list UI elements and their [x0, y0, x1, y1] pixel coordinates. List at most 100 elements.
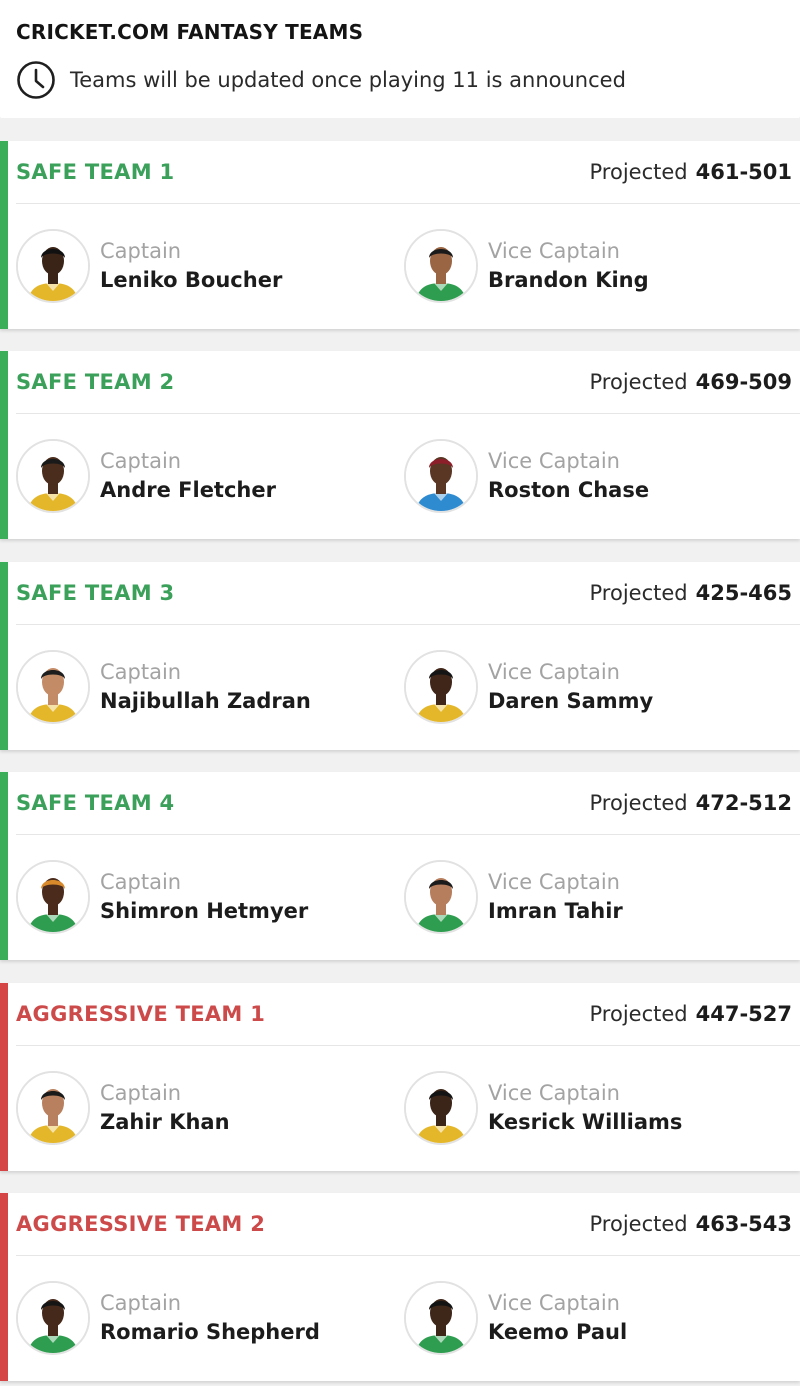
team-card[interactable]: SAFE TEAM 4 Projected 472-512 Captain Shi…	[0, 772, 800, 960]
player-avatar	[404, 229, 478, 303]
player-avatar	[404, 1281, 478, 1355]
team-type-stripe	[0, 1193, 8, 1381]
team-type-stripe	[0, 772, 8, 960]
vice-captain[interactable]: Vice Captain Brandon King	[404, 229, 649, 303]
captain-label: Captain	[100, 1291, 182, 1315]
vice-captain-label: Vice Captain	[488, 1291, 620, 1315]
team-type-stripe	[0, 562, 8, 750]
projected-label: Projected	[589, 160, 688, 184]
projected-value: 425-465	[695, 581, 792, 605]
projected-value: 472-512	[695, 791, 792, 815]
team-card[interactable]: AGGRESSIVE TEAM 2 Projected 463-543 Capta…	[0, 1193, 800, 1381]
vice-captain-name: Daren Sammy	[488, 689, 654, 713]
captain[interactable]: Captain Najibullah Zadran	[16, 650, 311, 724]
vice-captain[interactable]: Vice Captain Imran Tahir	[404, 860, 623, 934]
projected-value: 461-501	[695, 160, 792, 184]
card-divider	[16, 834, 800, 835]
team-name: SAFE TEAM 4	[16, 791, 175, 815]
projected-score: Projected 469-509	[590, 370, 793, 394]
captain-name: Andre Fletcher	[100, 478, 276, 502]
vice-captain[interactable]: Vice Captain Roston Chase	[404, 439, 649, 513]
captain-label: Captain	[100, 239, 182, 263]
vice-captain-name: Roston Chase	[488, 478, 650, 502]
projected-label: Projected	[589, 1002, 688, 1026]
projected-score: Projected 447-527	[590, 1002, 793, 1026]
captain-name: Leniko Boucher	[100, 268, 283, 292]
player-photo	[406, 652, 476, 722]
team-card[interactable]: SAFE TEAM 3 Projected 425-465 Captain Naj…	[0, 562, 800, 750]
player-photo	[406, 1283, 476, 1353]
team-name: AGGRESSIVE TEAM 2	[16, 1212, 266, 1236]
player-avatar	[16, 439, 90, 513]
player-photo	[18, 441, 88, 511]
card-divider	[16, 203, 800, 204]
captain[interactable]: Captain Zahir Khan	[16, 1071, 230, 1145]
team-name: AGGRESSIVE TEAM 1	[16, 1002, 266, 1026]
player-photo	[18, 1073, 88, 1143]
player-photo	[406, 1073, 476, 1143]
card-divider	[16, 1255, 800, 1256]
projected-score: Projected 461-501	[590, 160, 793, 184]
captain-name: Shimron Hetmyer	[100, 899, 309, 923]
team-card[interactable]: SAFE TEAM 1 Projected 461-501 Captain Len…	[0, 141, 800, 329]
projected-score: Projected 472-512	[590, 791, 793, 815]
captain-label: Captain	[100, 449, 182, 473]
projected-label: Projected	[589, 1212, 688, 1236]
vice-captain-name: Imran Tahir	[488, 899, 623, 923]
vice-captain-name: Keemo Paul	[488, 1320, 628, 1344]
player-photo	[18, 862, 88, 932]
captain-name: Romario Shepherd	[100, 1320, 320, 1344]
captain[interactable]: Captain Shimron Hetmyer	[16, 860, 308, 934]
vice-captain[interactable]: Vice Captain Kesrick Williams	[404, 1071, 682, 1145]
player-avatar	[16, 1071, 90, 1145]
player-avatar	[404, 650, 478, 724]
player-avatar	[16, 1281, 90, 1355]
vice-captain-label: Vice Captain	[488, 449, 620, 473]
player-photo	[406, 862, 476, 932]
team-type-stripe	[0, 983, 8, 1171]
vice-captain-label: Vice Captain	[488, 660, 620, 684]
projected-value: 469-509	[695, 370, 792, 394]
projected-value: 463-543	[695, 1212, 792, 1236]
player-photo	[406, 441, 476, 511]
captain-label: Captain	[100, 660, 182, 684]
page-header: CRICKET.COM FANTASY TEAMS Teams will be …	[0, 0, 800, 118]
team-name: SAFE TEAM 1	[16, 160, 175, 184]
team-name: SAFE TEAM 2	[16, 370, 175, 394]
player-photo	[18, 652, 88, 722]
page-title: CRICKET.COM FANTASY TEAMS	[16, 20, 364, 44]
vice-captain-label: Vice Captain	[488, 870, 620, 894]
card-divider	[16, 413, 800, 414]
projected-score: Projected 425-465	[590, 581, 793, 605]
captain-label: Captain	[100, 1081, 182, 1105]
team-name: SAFE TEAM 3	[16, 581, 175, 605]
vice-captain-label: Vice Captain	[488, 239, 620, 263]
card-divider	[16, 624, 800, 625]
projected-value: 447-527	[695, 1002, 792, 1026]
captain[interactable]: Captain Romario Shepherd	[16, 1281, 320, 1355]
update-notice: Teams will be updated once playing 11 is…	[16, 60, 784, 100]
player-photo	[406, 231, 476, 301]
player-photo	[18, 231, 88, 301]
captain-name: Zahir Khan	[100, 1110, 230, 1134]
team-card[interactable]: AGGRESSIVE TEAM 1 Projected 447-527 Capta…	[0, 983, 800, 1171]
captain[interactable]: Captain Leniko Boucher	[16, 229, 282, 303]
vice-captain[interactable]: Vice Captain Keemo Paul	[404, 1281, 627, 1355]
captain[interactable]: Captain Andre Fletcher	[16, 439, 276, 513]
projected-label: Projected	[589, 791, 688, 815]
projected-label: Projected	[589, 370, 688, 394]
team-type-stripe	[0, 141, 8, 329]
team-card[interactable]: SAFE TEAM 2 Projected 469-509 Captain And…	[0, 351, 800, 539]
player-avatar	[404, 439, 478, 513]
player-avatar	[404, 860, 478, 934]
vice-captain[interactable]: Vice Captain Daren Sammy	[404, 650, 653, 724]
player-avatar	[16, 860, 90, 934]
projected-score: Projected 463-543	[590, 1212, 793, 1236]
projected-label: Projected	[589, 581, 688, 605]
clock-icon	[16, 60, 56, 100]
captain-label: Captain	[100, 870, 182, 894]
player-avatar	[16, 650, 90, 724]
player-avatar	[404, 1071, 478, 1145]
vice-captain-name: Kesrick Williams	[488, 1110, 683, 1134]
card-divider	[16, 1045, 800, 1046]
